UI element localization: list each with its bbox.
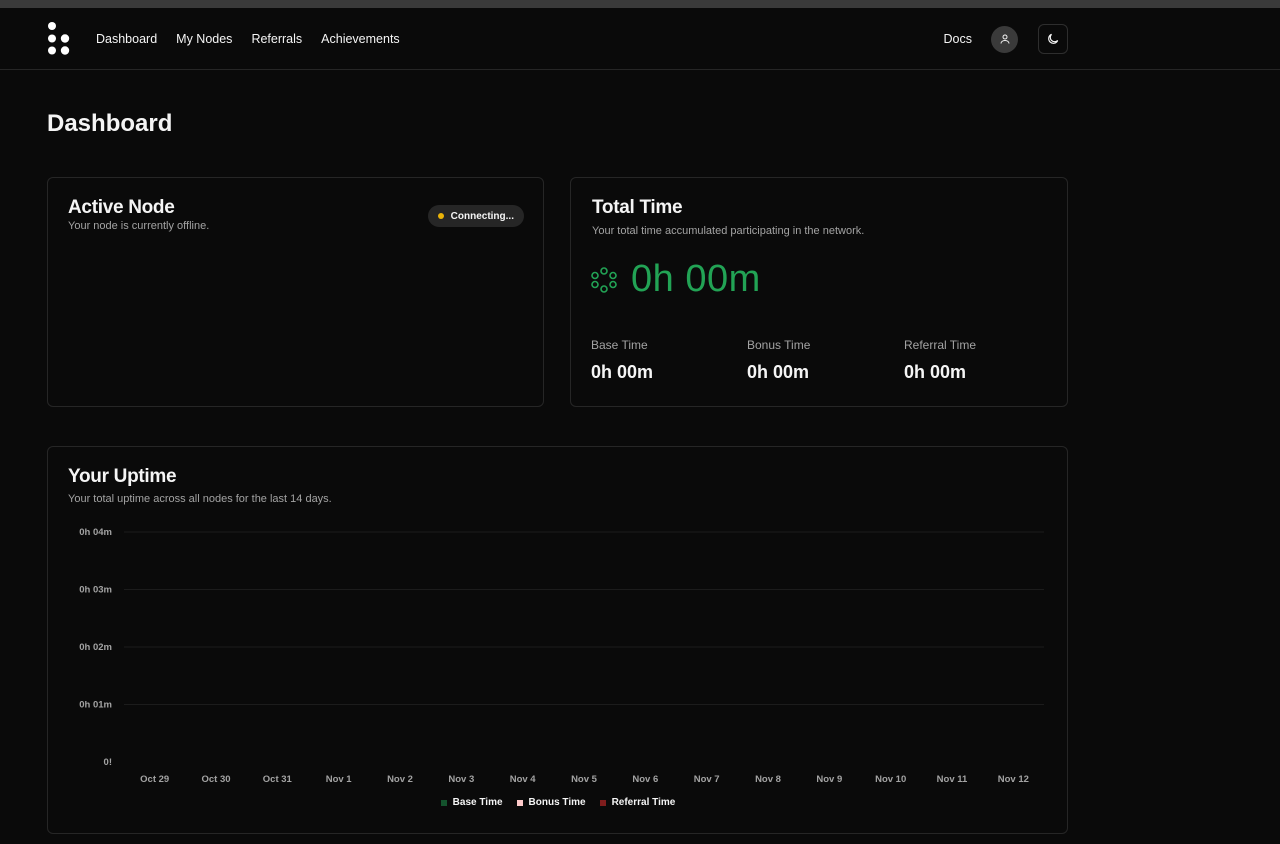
user-icon (1000, 34, 1009, 44)
nav-achievements-link[interactable]: Achievements (321, 32, 400, 46)
y-tick-label: 0h 04m (79, 527, 112, 538)
legend-swatch (599, 799, 606, 806)
uptime-card: Your Uptime Your total uptime across all… (47, 446, 1068, 834)
browser-top-strip (0, 0, 1280, 8)
node-status-text: Connecting... (450, 210, 514, 222)
referral-time-label: Referral Time (904, 338, 977, 352)
total-time-display: 0h 00m (591, 258, 761, 301)
x-tick-label: Nov 12 (998, 774, 1029, 785)
legend-swatch (516, 799, 523, 806)
bonus-time-label: Bonus Time (747, 338, 811, 352)
top-navbar: Dashboard My Nodes Referrals Achievement… (0, 8, 1280, 70)
page-title: Dashboard (47, 110, 173, 137)
nav-dashboard-link[interactable]: Dashboard (96, 32, 157, 46)
x-tick-label: Nov 11 (937, 774, 968, 785)
theme-toggle-button[interactable] (1038, 24, 1068, 54)
legend-item[interactable]: Bonus Time (516, 797, 586, 808)
legend-label: Bonus Time (528, 797, 586, 808)
x-tick-label: Oct 29 (140, 774, 169, 785)
referral-time-stat: Referral Time 0h 00m (904, 338, 976, 383)
active-node-card: Active Node Your node is currently offli… (47, 177, 544, 407)
x-tick-label: Oct 30 (201, 774, 230, 785)
chart-legend: Base Time Bonus Time Referral Time (48, 797, 1068, 808)
y-tick-label: 0h 02m (79, 642, 112, 653)
x-tick-label: Nov 7 (694, 774, 720, 785)
x-tick-label: Nov 8 (755, 774, 781, 785)
active-node-subtitle: Your node is currently offline. (68, 220, 210, 232)
node-status-badge: Connecting... (427, 205, 524, 227)
x-tick-label: Nov 10 (875, 774, 906, 785)
total-time-title: Total Time (592, 197, 683, 218)
legend-item[interactable]: Base Time (440, 797, 503, 808)
x-tick-label: Nov 4 (510, 774, 537, 785)
total-time-subtitle: Your total time accumulated participatin… (592, 225, 865, 237)
legend-label: Base Time (452, 797, 503, 808)
x-tick-label: Nov 1 (326, 774, 353, 785)
x-tick-label: Nov 5 (571, 774, 598, 785)
moon-icon (1048, 33, 1059, 44)
user-menu-button[interactable] (991, 25, 1018, 53)
nav-links: Dashboard My Nodes Referrals Achievement… (96, 8, 400, 70)
nav-right-actions: Docs (944, 8, 1068, 70)
x-tick-label: Nov 6 (632, 774, 658, 785)
uptime-chart: 0h 04m 0h 03m 0h 02m 0h 01m 0! Oct 29 Oct 30 Oc… (79, 527, 1044, 785)
app-logo-icon[interactable] (47, 22, 71, 55)
x-tick-label: Nov 3 (448, 774, 474, 785)
legend-label: Referral Time (611, 797, 676, 808)
x-tick-label: Nov 2 (387, 774, 413, 785)
active-node-title: Active Node (68, 197, 175, 218)
base-time-stat: Base Time 0h 00m (591, 338, 653, 383)
legend-item[interactable]: Referral Time (599, 797, 676, 808)
base-time-value: 0h 00m (591, 362, 654, 382)
total-time-value: 0h 00m (631, 258, 761, 300)
x-tick-label: Oct 31 (263, 774, 293, 785)
referral-time-value: 0h 00m (904, 362, 967, 382)
bonus-time-stat: Bonus Time 0h 00m (747, 338, 810, 383)
docs-link[interactable]: Docs (944, 32, 972, 46)
base-time-label: Base Time (591, 338, 648, 352)
y-tick-label: 0h 01m (79, 700, 112, 711)
y-tick-label: 0! (104, 757, 112, 768)
network-nodes-icon (591, 266, 617, 293)
total-time-card: Total Time Your total time accumulated p… (570, 177, 1068, 407)
y-tick-label: 0h 03m (79, 585, 112, 596)
x-tick-label: Nov 9 (816, 774, 842, 785)
bonus-time-value: 0h 00m (747, 362, 810, 382)
legend-swatch (440, 799, 447, 806)
nav-referrals-link[interactable]: Referrals (251, 32, 302, 46)
nav-my-nodes-link[interactable]: My Nodes (176, 32, 232, 46)
status-dot-icon (437, 213, 444, 219)
